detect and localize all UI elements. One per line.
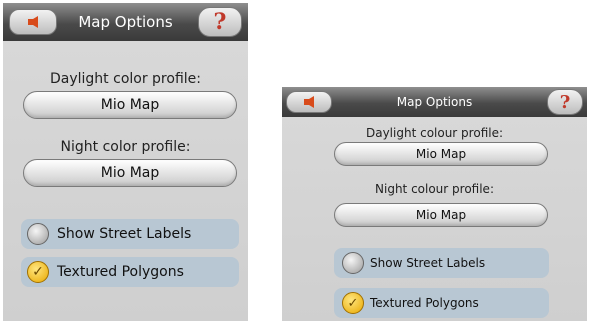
right-daylight-label: Daylight colour profile: xyxy=(365,126,504,140)
radio-unchecked-icon xyxy=(342,252,364,274)
left-page-title: Map Options xyxy=(78,13,173,31)
right-page-title: Map Options xyxy=(396,95,473,109)
left-show-street-labels-text: Show Street Labels xyxy=(57,226,192,242)
right-night-profile-value: Mio Map xyxy=(415,208,467,222)
back-arrow-icon xyxy=(304,96,314,108)
left-screen: Map Options ? Daylight color profile: Mi… xyxy=(3,3,248,321)
left-daylight-profile-button[interactable]: Mio Map xyxy=(23,91,237,119)
right-daylight-profile-button[interactable]: Mio Map xyxy=(334,142,548,166)
checkmark-icon: ✓ xyxy=(27,261,49,283)
left-daylight-label: Daylight color profile: xyxy=(50,71,201,87)
help-question-icon: ? xyxy=(559,91,571,113)
left-show-street-labels-option[interactable]: Show Street Labels xyxy=(21,219,239,249)
back-arrow-icon xyxy=(28,16,38,28)
right-show-street-labels-option[interactable]: Show Street Labels xyxy=(334,248,549,278)
left-night-label: Night color profile: xyxy=(60,139,191,155)
left-night-profile-value: Mio Map xyxy=(100,165,160,181)
right-daylight-profile-value: Mio Map xyxy=(415,147,467,161)
checkmark-icon: ✓ xyxy=(342,292,364,314)
radio-unchecked-icon xyxy=(27,223,49,245)
help-question-icon: ? xyxy=(213,9,227,35)
right-textured-polygons-option[interactable]: ✓ Textured Polygons xyxy=(334,288,549,318)
right-screen: Map Options ? Daylight colour profile: M… xyxy=(282,87,587,321)
right-back-button[interactable] xyxy=(286,91,332,113)
left-daylight-profile-value: Mio Map xyxy=(100,97,160,113)
right-show-street-labels-text: Show Street Labels xyxy=(370,256,486,270)
right-night-label: Night colour profile: xyxy=(375,182,494,196)
right-title-bar: Map Options ? xyxy=(282,87,587,117)
left-title-bar: Map Options ? xyxy=(3,3,248,41)
left-night-profile-button[interactable]: Mio Map xyxy=(23,159,237,187)
left-help-button[interactable]: ? xyxy=(198,7,242,37)
left-textured-polygons-text: Textured Polygons xyxy=(57,264,184,280)
left-textured-polygons-option[interactable]: ✓ Textured Polygons xyxy=(21,257,239,287)
right-night-profile-button[interactable]: Mio Map xyxy=(334,203,548,227)
right-help-button[interactable]: ? xyxy=(547,89,583,115)
right-textured-polygons-text: Textured Polygons xyxy=(370,296,479,310)
left-back-button[interactable] xyxy=(9,9,57,35)
